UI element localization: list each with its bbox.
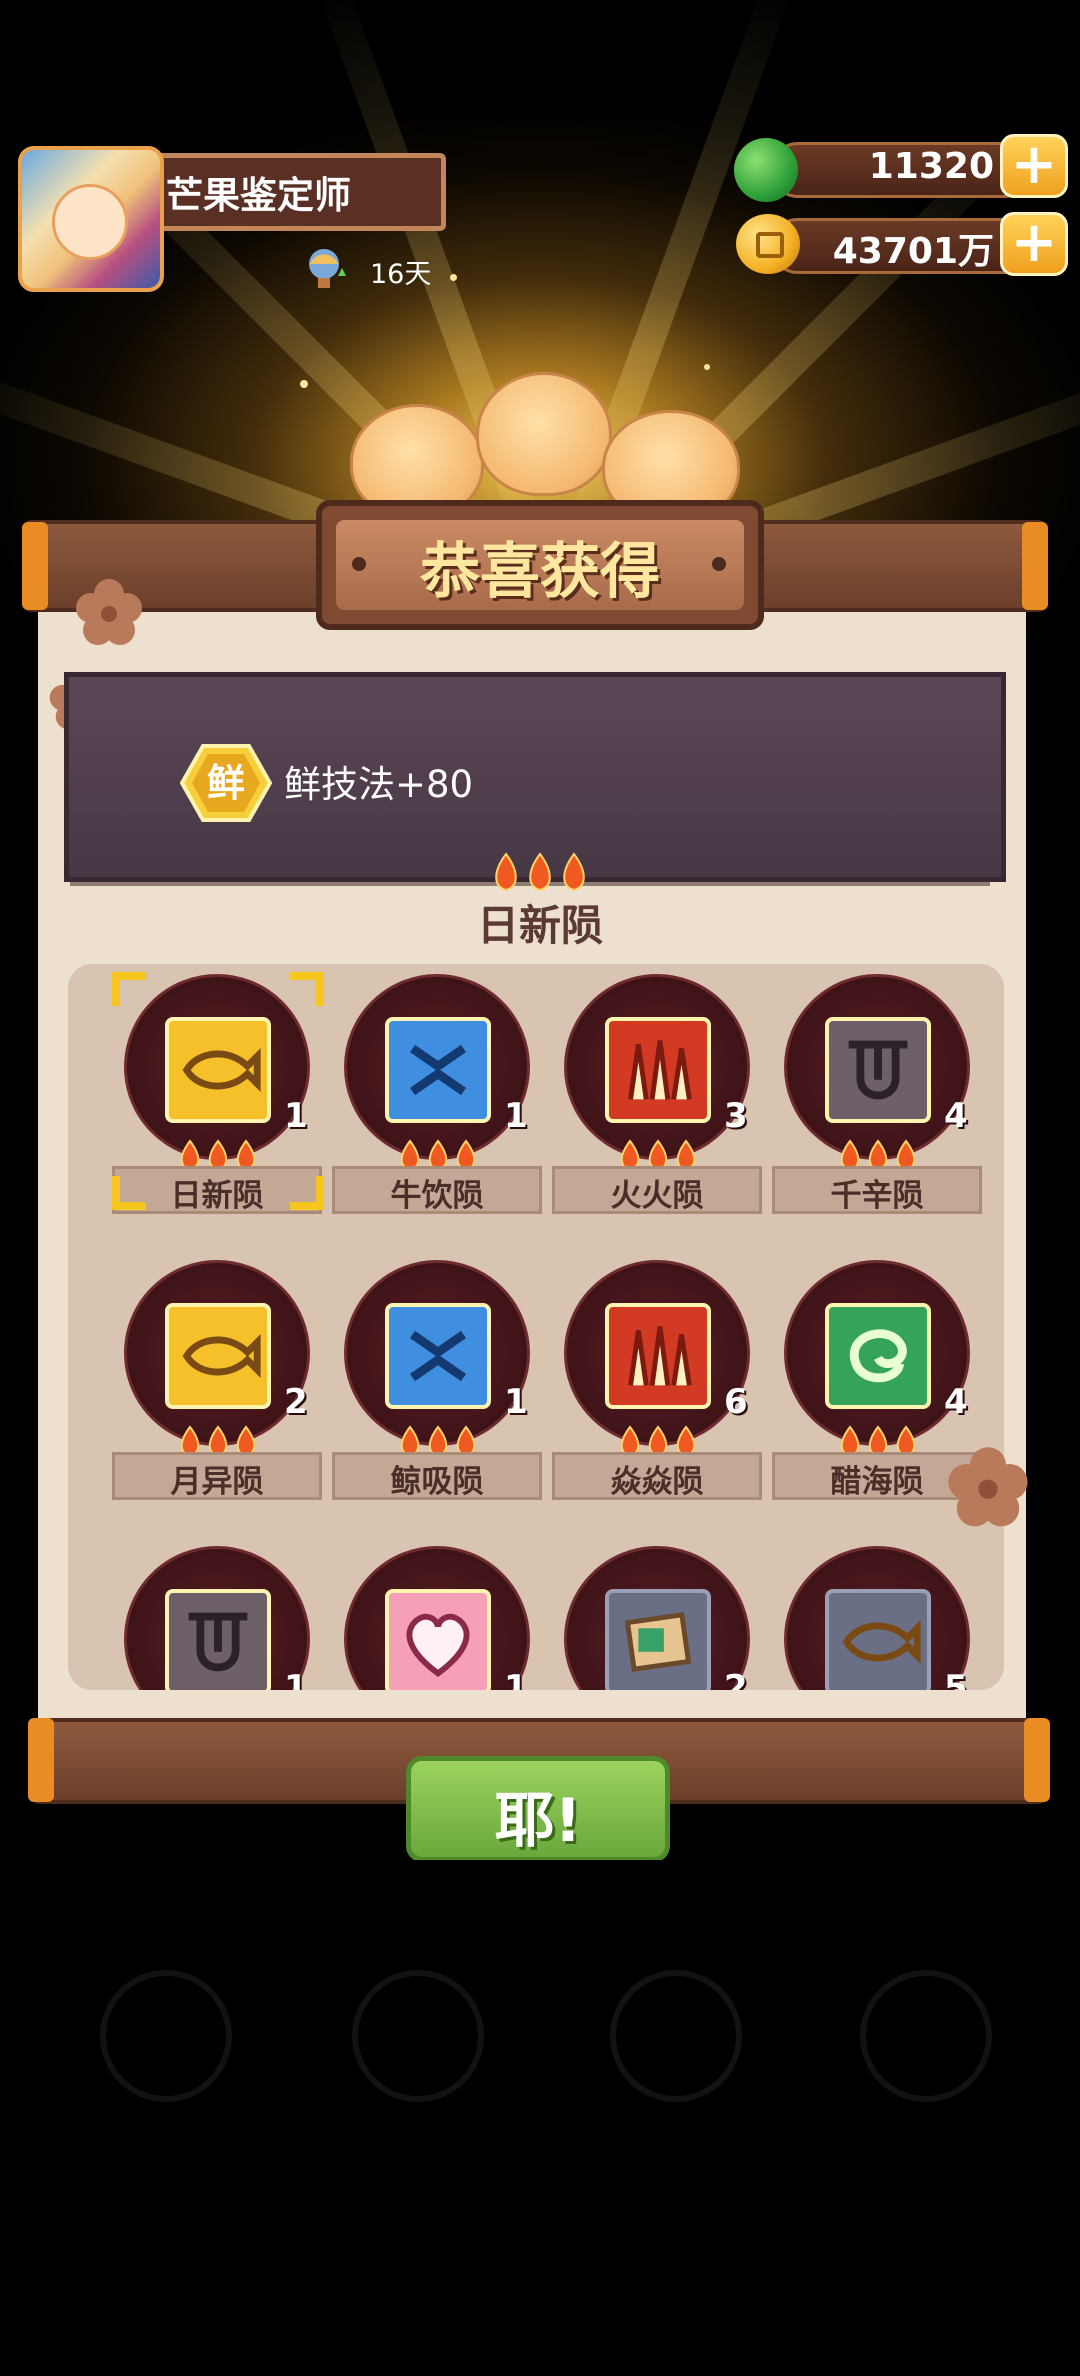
beam-cap: [28, 1718, 54, 1802]
item-count: 1: [504, 1668, 528, 1690]
flame-bars-icon: [628, 1040, 692, 1100]
item-cell[interactable]: 2: [548, 1544, 768, 1690]
item-count: 4: [944, 1096, 968, 1136]
item-tile: [825, 1589, 931, 1690]
item-label: 鲸吸陨: [390, 1464, 484, 1500]
item-cell[interactable]: 4 千辛陨: [768, 972, 988, 1240]
heart-icon: [406, 1613, 470, 1678]
item-count: 1: [504, 1382, 528, 1422]
item-tile: [605, 1303, 711, 1409]
item-cell[interactable]: 3 火火陨: [548, 972, 768, 1240]
dimmed-background: [0, 1860, 1080, 2376]
item-count: 4: [944, 1382, 968, 1422]
item-tile: [825, 1017, 931, 1123]
item-tile: [385, 1017, 491, 1123]
item-label: 牛饮陨: [390, 1178, 484, 1214]
item-count: 3: [724, 1096, 748, 1136]
item-tile: [385, 1589, 491, 1690]
item-count: 5: [944, 1668, 968, 1690]
item-cell[interactable]: 1 鲸吸陨: [328, 1258, 548, 1526]
item-cell[interactable]: 1: [328, 1544, 548, 1690]
beam-cap: [22, 522, 48, 610]
rarity-name: 日新陨: [476, 901, 603, 950]
item-tile: [605, 1017, 711, 1123]
fish-icon: [182, 1333, 261, 1379]
beam-cap: [1024, 1718, 1050, 1802]
flame-bars-icon: [628, 1326, 692, 1386]
swirl-icon: [850, 1329, 907, 1383]
flower-decoration-icon: [76, 579, 142, 645]
item-count: 2: [724, 1668, 748, 1690]
flower-decoration-icon: [948, 1447, 1028, 1527]
item-count: 1: [504, 1096, 528, 1136]
confirm-button-label: 耶!: [494, 1786, 582, 1856]
player-avatar[interactable]: [18, 146, 164, 292]
item-tile: [605, 1589, 711, 1690]
item-cell[interactable]: 5: [768, 1544, 988, 1690]
item-count: 6: [724, 1382, 748, 1422]
cross-face-icon: [410, 1044, 466, 1096]
reward-badge-label: 鲜: [206, 761, 245, 805]
days-counter: 16天: [370, 259, 432, 290]
cross-face-icon: [410, 1330, 466, 1382]
item-label: 月异陨: [170, 1464, 264, 1500]
item-tile: [165, 1303, 271, 1409]
item-count: 2: [284, 1382, 308, 1422]
item-grid: 1 日新陨 1 牛饮陨 3 火火陨 4 千辛陨 2 月异陨 1 鲸吸陨 6 焱焱陨 4 醋海陨 1 1 2 5: [68, 964, 1004, 1690]
item-cell[interactable]: 1 日新陨: [108, 972, 328, 1240]
hot-air-balloon-icon: [309, 249, 346, 288]
item-cell[interactable]: 1 牛饮陨: [328, 972, 548, 1240]
gold-coin-icon: [736, 214, 800, 274]
item-label: 焱焱陨: [610, 1464, 704, 1500]
item-label: 千辛陨: [830, 1178, 924, 1214]
fish-icon: [842, 1619, 921, 1665]
add-green-currency-button[interactable]: +: [1000, 134, 1068, 198]
add-gold-currency-button[interactable]: +: [1000, 212, 1068, 276]
sparkle: [300, 380, 308, 388]
green-apple-icon: [734, 138, 798, 202]
tongue-icon: [848, 1040, 908, 1100]
item-label: 火火陨: [610, 1178, 704, 1214]
item-cell[interactable]: 2 月异陨: [108, 1258, 328, 1526]
item-tile: [825, 1303, 931, 1409]
item-cell[interactable]: 1: [108, 1544, 328, 1690]
bun-mascot-center: [476, 372, 612, 496]
player-name: 芒果鉴定师: [166, 174, 351, 217]
dialog-title: 恭喜获得: [420, 537, 660, 607]
sparkle: [450, 274, 457, 281]
reward-text: 鲜技法+80: [284, 763, 474, 806]
selection-bracket: [112, 972, 324, 1210]
item-cell[interactable]: 6 焱焱陨: [548, 1258, 768, 1526]
item-count: 1: [284, 1668, 308, 1690]
item-tile: [165, 1589, 271, 1690]
item-tile: [385, 1303, 491, 1409]
rarity-flames-icon: [495, 852, 585, 892]
beam-cap: [1022, 522, 1048, 610]
map-icon: [624, 1612, 692, 1672]
tongue-icon: [188, 1612, 248, 1672]
sparkle: [704, 364, 710, 370]
